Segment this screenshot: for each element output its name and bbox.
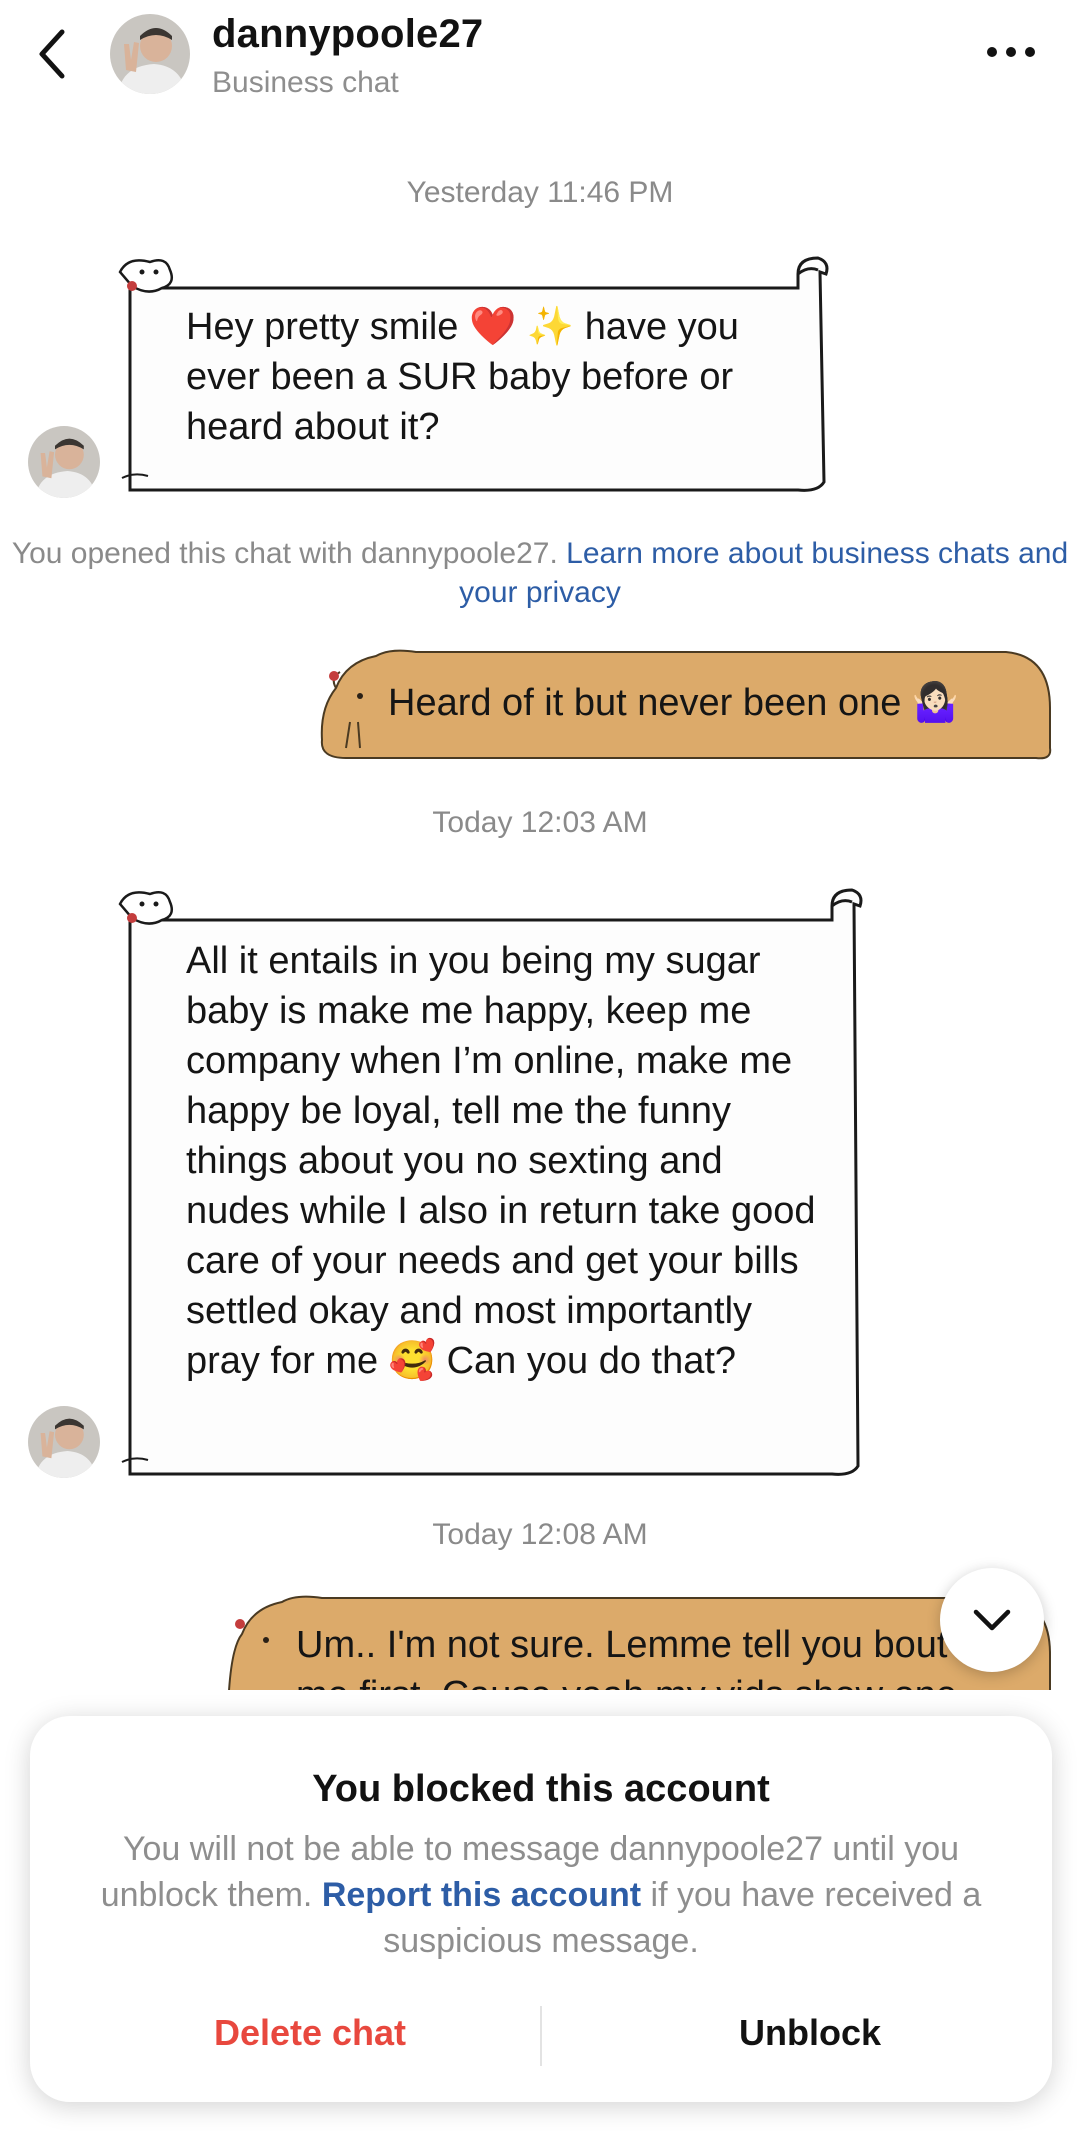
message-text: All it entails in you being my sugar bab… [186, 940, 816, 1382]
outgoing-message[interactable]: Heard of it but never been one 🤷🏻‍♀️ [316, 648, 1052, 764]
chat-header: dannypoole27 Business chat [0, 0, 1080, 110]
chat-subtitle: Business chat [212, 66, 399, 99]
timestamp: Today 12:03 AM [432, 806, 648, 839]
blocked-title: You blocked this account [312, 1768, 770, 1810]
message-thread[interactable]: Yesterday 11:46 PM Hey pretty smile ❤️ ✨… [0, 110, 1080, 1690]
outgoing-message[interactable]: Um.. I'm not sure. Lemme tell you bout m… [222, 1594, 1052, 1690]
timestamp: Yesterday 11:46 PM [406, 176, 674, 209]
button-divider [540, 2006, 542, 2066]
avatar[interactable] [110, 14, 190, 94]
blocked-description: You will not be able to message dannypoo… [90, 1826, 992, 1964]
report-account-link[interactable]: Report this account [322, 1876, 641, 1914]
message-text: Heard of it but never been one 🤷🏻‍♀️ [388, 682, 960, 724]
message-text: Hey pretty smile ❤️ ✨ have you ever been… [186, 306, 739, 448]
message-text: Um.. I'm not sure. Lemme tell you bout m… [296, 1624, 957, 1690]
scroll-to-bottom-button[interactable] [940, 1568, 1044, 1672]
chevron-left-icon [39, 29, 65, 79]
back-button[interactable] [34, 26, 74, 82]
notice-text: You opened this chat with dannypoole27. [11, 537, 567, 570]
sender-avatar[interactable] [28, 1406, 100, 1478]
more-horizontal-icon [987, 47, 1035, 57]
chat-username[interactable]: dannypoole27 [212, 12, 483, 57]
chevron-down-icon [973, 1609, 1011, 1631]
timestamp: Today 12:08 AM [432, 1518, 648, 1551]
blocked-account-card: You blocked this account You will not be… [30, 1716, 1052, 2102]
delete-chat-button[interactable]: Delete chat [120, 2012, 500, 2054]
incoming-message[interactable]: All it entails in you being my sugar bab… [118, 884, 868, 1480]
incoming-message[interactable]: Hey pretty smile ❤️ ✨ have you ever been… [118, 252, 834, 496]
business-chat-notice: You opened this chat with dannypoole27. … [0, 534, 1080, 612]
unblock-button[interactable]: Unblock [620, 2012, 1000, 2054]
sender-avatar[interactable] [28, 426, 100, 498]
more-options-button[interactable] [984, 38, 1038, 66]
